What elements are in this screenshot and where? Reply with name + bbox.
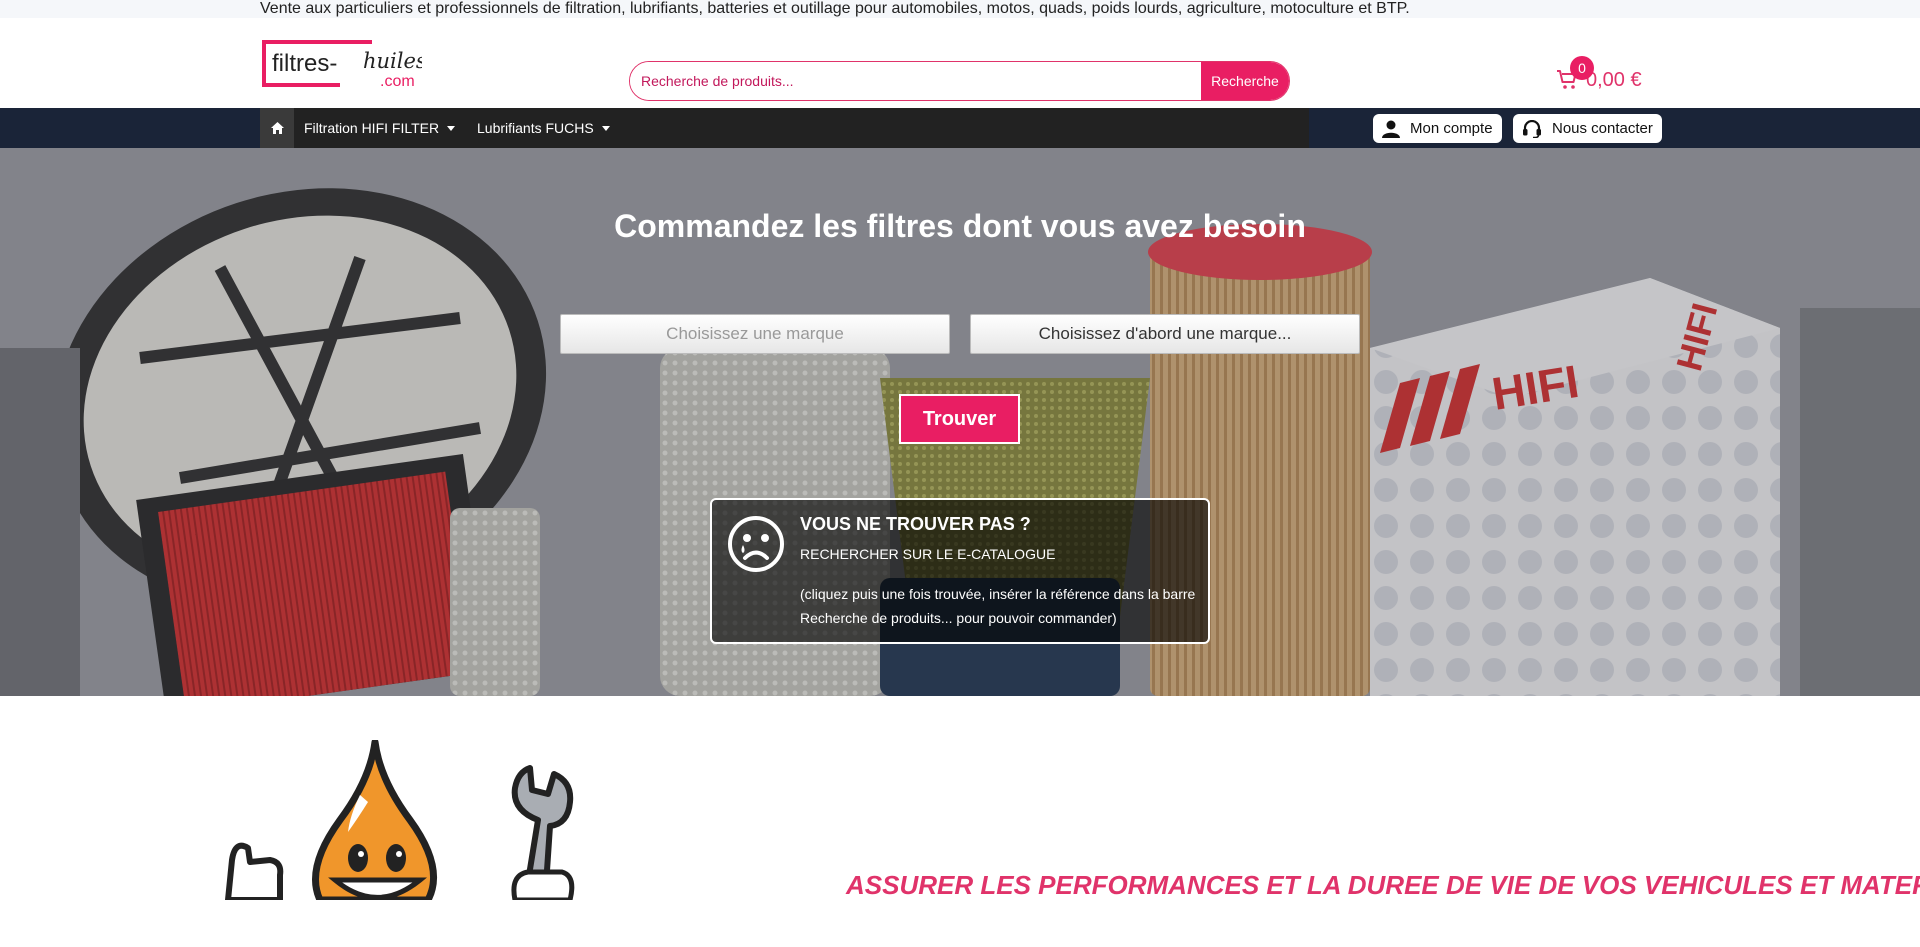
notfound-note: (cliquez puis une fois trouvée, insérer … bbox=[800, 586, 1196, 626]
contact-label: Nous contacter bbox=[1552, 120, 1653, 137]
nav-item-label: Lubrifiants FUCHS bbox=[477, 120, 594, 136]
notfound-title: VOUS NE TROUVER PAS ? bbox=[800, 514, 1031, 534]
caret-down-icon bbox=[601, 125, 610, 131]
my-account-label: Mon compte bbox=[1410, 120, 1493, 137]
my-account-button[interactable]: Mon compte bbox=[1373, 114, 1502, 143]
svg-text:.com: .com bbox=[380, 73, 415, 89]
cart-count-badge: 0 bbox=[1570, 56, 1594, 80]
oil-drop-mascot-illustration bbox=[225, 740, 575, 900]
svg-text:filtres-: filtres- bbox=[272, 50, 337, 77]
find-button[interactable]: Trouver bbox=[899, 394, 1020, 444]
nav-item-label: Filtration HIFI FILTER bbox=[304, 120, 440, 136]
slogan-text: ASSURER LES PERFORMANCES ET LA DUREE DE … bbox=[846, 870, 1920, 900]
nav-home-button[interactable] bbox=[260, 108, 294, 148]
hero-finder: HIFI HIFI Commandez les filtres dont vou… bbox=[0, 148, 1920, 696]
hero-title: Commandez les filtres dont vous avez bes… bbox=[614, 208, 1306, 244]
cart-amount: 0,00 € bbox=[1586, 68, 1642, 91]
contact-button[interactable]: Nous contacter bbox=[1513, 114, 1662, 143]
brand-select[interactable]: Choisissez une marque bbox=[560, 314, 950, 354]
cart[interactable]: 0 0,00 € bbox=[1556, 56, 1642, 92]
nav-item-lubrifiants[interactable]: Lubrifiants FUCHS bbox=[477, 108, 610, 148]
site-logo[interactable]: filtres- huiles .com bbox=[260, 38, 422, 89]
search-button[interactable]: Recherche bbox=[1201, 62, 1289, 100]
svg-text:huiles: huiles bbox=[363, 49, 422, 73]
product-search: Recherche bbox=[629, 61, 1290, 101]
home-icon bbox=[270, 122, 284, 134]
user-icon bbox=[1382, 120, 1400, 138]
sad-face-icon bbox=[728, 516, 784, 572]
search-input[interactable] bbox=[630, 62, 1201, 100]
promo-section: ASSURER LES PERFORMANCES ET LA DUREE DE … bbox=[0, 696, 1920, 900]
caret-down-icon bbox=[447, 125, 456, 131]
nav-item-filtration[interactable]: Filtration HIFI FILTER bbox=[304, 108, 456, 148]
model-select[interactable]: Choisissez d'abord une marque... bbox=[970, 314, 1360, 354]
top-info-bar: Vente aux particuliers et professionnels… bbox=[0, 0, 1920, 18]
notfound-subtitle: RECHERCHER SUR LE E-CATALOGUE bbox=[800, 546, 1056, 562]
site-header: filtres- huiles .com Recherche 0 0,00 € bbox=[0, 18, 1920, 108]
top-info-text: Vente aux particuliers et professionnels… bbox=[260, 0, 1410, 17]
ecatalogue-link-box[interactable]: VOUS NE TROUVER PAS ? RECHERCHER SUR LE … bbox=[710, 498, 1210, 644]
headset-icon bbox=[1523, 119, 1541, 138]
main-navbar: Filtration HIFI FILTER Lubrifiants FUCHS… bbox=[0, 108, 1920, 148]
